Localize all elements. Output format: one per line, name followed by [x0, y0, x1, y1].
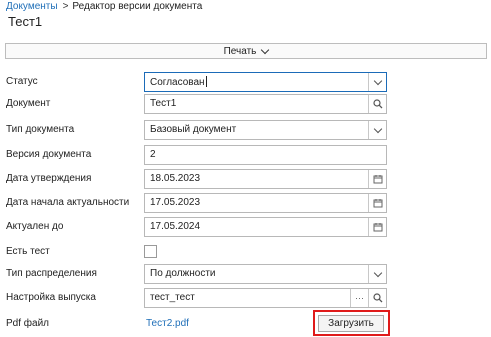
chevron-down-icon [261, 45, 270, 54]
approval-date-value: 18.05.2023 [150, 173, 201, 184]
doc-version-value: 2 [150, 149, 156, 160]
doc-type-row: Тип документа Базовый документ [0, 120, 491, 140]
distribution-type-value: По должности [150, 268, 216, 279]
pdf-file-link[interactable]: Тест2.pdf [146, 318, 189, 329]
actual-start-picker-button[interactable] [368, 194, 386, 212]
upload-button[interactable]: Загрузить [318, 315, 384, 332]
distribution-type-dropdown-button[interactable] [368, 265, 386, 283]
pdf-file-row: Pdf файл Тест2.pdf [0, 314, 491, 334]
text-cursor [205, 76, 207, 87]
actual-until-picker-button[interactable] [368, 218, 386, 236]
document-value: Тест1 [150, 98, 177, 109]
calendar-icon [373, 199, 382, 208]
status-label: Статус [6, 76, 38, 87]
actual-start-value: 17.05.2023 [150, 197, 201, 208]
actual-until-label: Актуален до [6, 221, 64, 232]
has-test-checkbox[interactable] [144, 245, 157, 258]
chevron-down-icon [373, 76, 382, 85]
status-select[interactable]: Согласован [144, 72, 387, 92]
document-row: Документ Тест1 [0, 94, 491, 114]
calendar-icon [373, 175, 382, 184]
chevron-down-icon [373, 124, 382, 133]
document-label: Документ [6, 98, 51, 109]
status-value: Согласован [150, 77, 205, 88]
doc-type-select[interactable]: Базовый документ [144, 120, 387, 140]
release-setting-value: тест_тест [150, 292, 195, 303]
actual-until-row: Актуален до 17.05.2024 [0, 217, 491, 237]
status-dropdown-button[interactable] [368, 73, 386, 91]
search-icon [372, 99, 382, 109]
search-icon [372, 293, 382, 303]
document-search-button[interactable] [368, 95, 386, 113]
approval-date-label: Дата утверждения [6, 173, 92, 184]
distribution-type-select[interactable]: По должности [144, 264, 387, 284]
pdf-file-label: Pdf файл [6, 318, 49, 329]
doc-version-row: Версия документа 2 [0, 145, 491, 165]
breadcrumb: Документы > Редактор версии документа [6, 1, 202, 12]
document-field[interactable]: Тест1 [144, 94, 387, 114]
approval-date-input[interactable]: 18.05.2023 [144, 169, 387, 189]
approval-date-picker-button[interactable] [368, 170, 386, 188]
has-test-row: Есть тест [0, 242, 491, 262]
more-icon: ··· [355, 293, 364, 303]
print-menu-button[interactable]: Печать [5, 43, 487, 59]
doc-version-label: Версия документа [6, 149, 92, 160]
actual-start-input[interactable]: 17.05.2023 [144, 193, 387, 213]
doc-type-label: Тип документа [6, 124, 75, 135]
actual-until-input[interactable]: 17.05.2024 [144, 217, 387, 237]
approval-date-row: Дата утверждения 18.05.2023 [0, 169, 491, 189]
release-setting-row: Настройка выпуска тест_тест ··· [0, 288, 491, 308]
doc-type-value: Базовый документ [150, 124, 237, 135]
actual-start-row: Дата начала актуальности 17.05.2023 [0, 193, 491, 213]
distribution-type-row: Тип распределения По должности [0, 264, 491, 284]
release-setting-search-button[interactable] [368, 289, 386, 307]
print-menu-label: Печать [223, 45, 257, 57]
calendar-icon [373, 223, 382, 232]
chevron-down-icon [373, 268, 382, 277]
has-test-label: Есть тест [6, 246, 50, 257]
release-setting-more-button[interactable]: ··· [350, 289, 368, 307]
breadcrumb-separator: > [62, 1, 69, 12]
doc-type-dropdown-button[interactable] [368, 121, 386, 139]
actual-until-value: 17.05.2024 [150, 221, 201, 232]
release-setting-field[interactable]: тест_тест ··· [144, 288, 387, 308]
breadcrumb-current: Редактор версии документа [72, 1, 203, 12]
actual-start-label: Дата начала актуальности [6, 197, 130, 208]
status-row: Статус Согласован [0, 72, 491, 92]
doc-version-input[interactable]: 2 [144, 145, 387, 165]
distribution-type-label: Тип распределения [6, 268, 97, 279]
page-title: Тест1 [8, 14, 43, 29]
release-setting-label: Настройка выпуска [6, 292, 96, 303]
breadcrumb-documents-link[interactable]: Документы [6, 1, 58, 12]
